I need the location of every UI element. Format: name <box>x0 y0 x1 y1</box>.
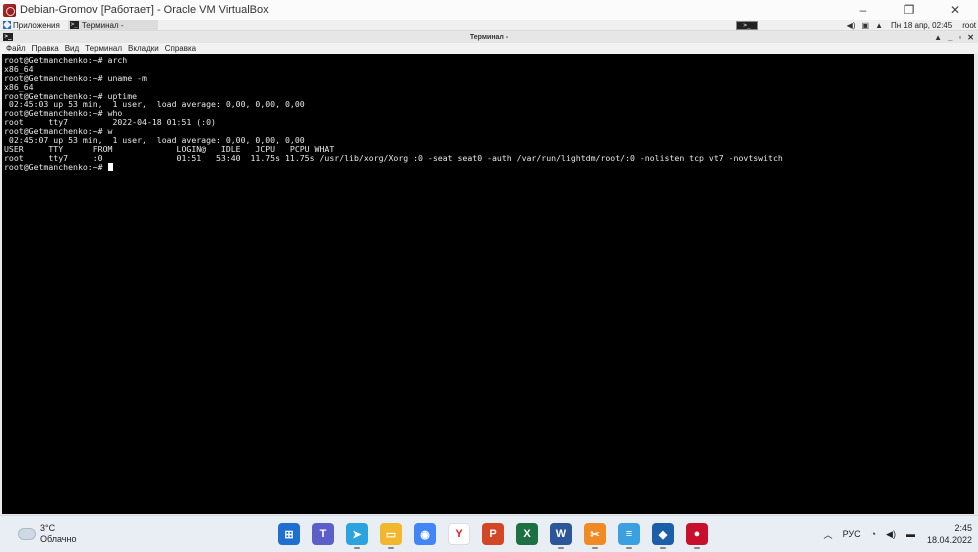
terminal-prompt: root@Getmanchenko:~# <box>4 161 108 172</box>
restore-icon[interactable]: ❐ <box>886 0 932 20</box>
terminal-line: x86_64 <box>4 63 34 74</box>
terminal-launcher-icon[interactable]: >_ <box>736 21 758 30</box>
word-icon[interactable]: W <box>550 523 572 549</box>
menu-tabs[interactable]: Вкладки <box>128 44 159 53</box>
terminal-output[interactable]: root@Getmanchenko:~# arch x86_64 root@Ge… <box>2 54 974 514</box>
menu-file[interactable]: Файл <box>6 44 26 53</box>
applications-icon <box>3 21 11 29</box>
menu-edit[interactable]: Правка <box>32 44 59 53</box>
wifi-icon[interactable]: ◔ <box>871 529 876 539</box>
terminal-line: x86_64 <box>4 81 34 92</box>
teams-icon[interactable]: T <box>312 523 334 545</box>
minimize-icon[interactable]: – <box>840 0 886 20</box>
windows-taskbar: 3°C Облачно ⊞ T ➤ ▭ ◉ Y P X W ✂ ≡ ◆ ● ︿ РУС ◔ ◀) ▬ 2… <box>0 515 978 552</box>
guest-clock[interactable]: Пн 18 апр, 02:45 <box>891 21 952 30</box>
virtualbox-icon[interactable]: ◆ <box>652 523 674 549</box>
window-controls: – ❐ ✕ <box>840 0 978 20</box>
volume-icon[interactable]: ◀) <box>847 21 856 30</box>
snip-tool-icon[interactable]: ✂ <box>584 523 606 549</box>
host-titlebar: Debian-Gromov [Работает] - Oracle VM Vir… <box>0 0 978 20</box>
terminal-icon: >_ <box>69 21 79 29</box>
yandex-browser-icon[interactable]: Y <box>448 523 470 545</box>
network-icon[interactable]: ▣ <box>862 21 870 30</box>
telegram-icon[interactable]: ➤ <box>346 523 368 549</box>
terminal-prompt-line[interactable]: root@Getmanchenko:~# <box>4 161 974 172</box>
taskbar-apps: ⊞ T ➤ ▭ ◉ Y P X W ✂ ≡ ◆ ● <box>278 523 720 549</box>
battery-icon[interactable]: ▬ <box>906 529 915 539</box>
weather-desc: Облачно <box>40 534 77 544</box>
windows-start-icon[interactable]: ⊞ <box>278 523 300 545</box>
terminal-line: root tty7 2022-04-18 01:51 (:0) <box>4 117 216 128</box>
system-clock[interactable]: 2:45 18.04.2022 <box>927 522 972 546</box>
terminal-task-label: Терминал - <box>81 20 124 30</box>
terminal-menubar: Файл Правка Вид Терминал Вкладки Справка <box>0 43 978 54</box>
applications-label: Приложения <box>13 20 60 30</box>
cloud-icon <box>18 528 36 540</box>
virtualbox-logo-icon <box>3 3 16 17</box>
excel-icon[interactable]: X <box>516 523 538 545</box>
debian-vm-icon[interactable]: ● <box>686 523 708 549</box>
clock-time: 2:45 <box>954 523 972 533</box>
notepad-icon[interactable]: ≡ <box>618 523 640 549</box>
terminal-title: Терминал - <box>469 34 509 41</box>
guest-user[interactable]: root <box>962 21 976 30</box>
notifications-icon[interactable]: ▲ <box>875 21 883 30</box>
menu-help[interactable]: Справка <box>165 44 196 53</box>
file-explorer-icon[interactable]: ▭ <box>380 523 402 549</box>
terminal-maximize-up-icon[interactable]: ▲ <box>934 33 942 42</box>
applications-menu[interactable]: Приложения <box>3 20 60 31</box>
host-window-title: Debian-Gromov [Работает] - Oracle VM Vir… <box>20 4 269 16</box>
system-tray: ︿ РУС ◔ ◀) ▬ 2:45 18.04.2022 <box>814 522 972 546</box>
guest-top-panel: Приложения >_ Терминал - >_ ◀) ▣ ▲ Пн 18… <box>0 20 978 31</box>
terminal-line: root tty7 :0 01:51 53:40 11.75s 11.75s /… <box>4 152 783 163</box>
weather-temp: 3°C <box>40 523 56 533</box>
menu-terminal[interactable]: Терминал <box>85 44 122 53</box>
terminal-titlebar: >_ Терминал - ▲ _ ▫ ✕ <box>0 32 978 43</box>
terminal-taskbar-button[interactable]: >_ Терминал - <box>67 20 158 30</box>
terminal-minimize-icon[interactable]: _ <box>948 33 952 42</box>
weather-widget[interactable]: 3°C Облачно <box>18 523 76 545</box>
language-indicator[interactable]: РУС <box>843 529 861 539</box>
chevron-up-icon[interactable]: ︿ <box>824 528 833 541</box>
terminal-cursor <box>107 162 113 171</box>
terminal-window-icon: >_ <box>3 33 13 41</box>
powerpoint-icon[interactable]: P <box>482 523 504 545</box>
terminal-line: root@Getmanchenko:~# arch <box>4 55 128 65</box>
speaker-icon[interactable]: ◀) <box>886 529 896 540</box>
terminal-line: 02:45:03 up 53 min, 1 user, load average… <box>4 99 305 110</box>
terminal-close-icon[interactable]: ✕ <box>967 33 974 42</box>
terminal-line: root@Getmanchenko:~# uname -m <box>4 72 147 83</box>
clock-date: 18.04.2022 <box>926 535 972 545</box>
close-icon[interactable]: ✕ <box>932 0 978 20</box>
terminal-maximize-icon[interactable]: ▫ <box>958 33 961 42</box>
chrome-icon[interactable]: ◉ <box>414 523 436 545</box>
menu-view[interactable]: Вид <box>65 44 79 53</box>
